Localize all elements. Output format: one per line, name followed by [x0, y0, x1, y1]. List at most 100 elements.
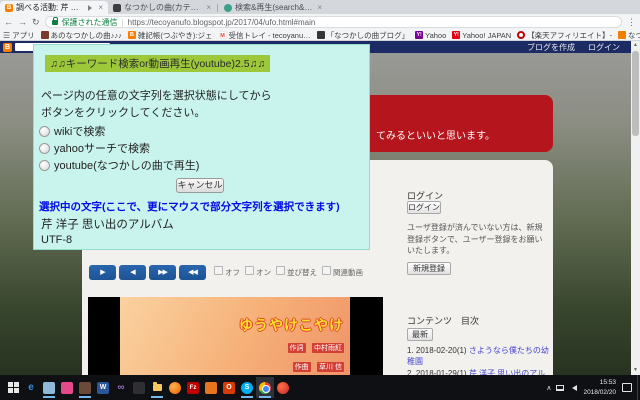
taskbar-word[interactable]: W [94, 377, 112, 398]
taskbar-clock[interactable]: 15:53 2018/02/20 [583, 378, 616, 396]
scrollbar-thumb[interactable] [632, 51, 639, 136]
radio-label: yahooサーチで検索 [54, 140, 150, 156]
option-youtube-play[interactable]: youtube(なつかしの曲で再生) [39, 157, 199, 173]
radio-label: wikiで検索 [54, 123, 105, 139]
on-checkbox[interactable] [245, 266, 254, 275]
fast-forward-button[interactable]: ▶▶ [149, 265, 176, 280]
tab-close-icon[interactable]: × [317, 3, 322, 12]
previous-button[interactable]: ◀ [119, 265, 146, 280]
bookmark-label: Yahoo! JAPAN [462, 31, 511, 40]
filezilla-icon: Fz [187, 382, 199, 394]
credit-role: 作詞 [288, 343, 306, 353]
tab-category-list[interactable]: なつかしの曲(カテゴリーリス × [108, 1, 216, 14]
contents-entry[interactable]: 1. 2018-02-20(1) さようなら僕たちの幼稚園 [407, 345, 553, 367]
register-button[interactable]: 新規登録 [407, 262, 451, 275]
network-icon[interactable] [556, 385, 564, 391]
tab-current-page[interactable]: B 調べる活動: 芹 洋子 思.. × [0, 1, 108, 14]
navbar-login-link[interactable]: ログイン [588, 42, 620, 53]
bookmark-label: 受信トレイ - tecoyanu… [229, 30, 311, 41]
browser-menu-icon[interactable]: ⋮ [627, 17, 636, 28]
entry-date: 1. 2018-02-20(1) [407, 346, 467, 355]
bookmark-natsukashi-blog[interactable]: 「なつかしの曲ブログ」 [317, 30, 410, 41]
bookmark-yahoo-japan[interactable]: Y! Yahoo! JAPAN [452, 31, 511, 40]
credit-name: 中村雨紅 [312, 343, 344, 353]
bookmark-apps[interactable]: ☰ アプリ [3, 30, 35, 41]
scroll-up-icon[interactable]: ▲ [631, 41, 640, 50]
secure-lock-icon [52, 20, 58, 25]
action-center-icon[interactable] [622, 383, 632, 392]
start-button[interactable] [4, 377, 22, 398]
radio-icon[interactable] [39, 143, 50, 154]
taskbar-visual-studio[interactable]: ∞ [112, 377, 130, 398]
taskbar-browser-2[interactable] [274, 377, 292, 398]
video-player[interactable]: ゆうやけこやけ 作詞 中村雨紅 作曲 草川 信 編曲 福田和禾子 [88, 297, 383, 375]
tab-search-replay[interactable]: 検索&再生(search&repl × [219, 1, 327, 14]
selected-text[interactable]: 芹 洋子 思い出のアルバム [41, 216, 174, 232]
taskbar-edge[interactable]: e [22, 377, 40, 398]
radio-icon[interactable] [39, 160, 50, 171]
browser-icon [277, 382, 289, 394]
video-frame: ゆうやけこやけ 作詞 中村雨紅 作曲 草川 信 編曲 福田和禾子 [120, 297, 350, 375]
blog-icon [317, 31, 325, 39]
bookmark-song-blog[interactable]: なつかしの曲ブログヴァ- [618, 30, 640, 41]
option-yahoo-search[interactable]: yahooサーチで検索 [39, 140, 150, 156]
bookmark-rakuten-affiliate[interactable]: 【楽天アフィリエイト】- [517, 30, 612, 41]
taskbar-photos[interactable] [58, 377, 76, 398]
off-checkbox[interactable] [214, 266, 223, 275]
latest-button[interactable]: 最新 [407, 328, 433, 341]
bookmark-label: 「なつかしの曲ブログ」 [327, 30, 410, 41]
back-icon[interactable]: ← [4, 18, 13, 27]
tab-title: 調べる活動: 芹 洋子 思.. [16, 2, 85, 13]
tray-chevron-up-icon[interactable]: ∧ [546, 384, 551, 392]
page-scrollbar[interactable]: ▲ ▼ [631, 41, 640, 375]
taskbar-firefox[interactable] [166, 377, 184, 398]
register-note: ユーザ登録が済んでいない方は、新規登録ボタンで、ユーザー登録をお願いいたします。 [407, 222, 547, 257]
reload-icon[interactable]: ↻ [32, 18, 40, 27]
taskbar-skype[interactable]: S [238, 377, 256, 398]
credit-role: 作曲 [293, 362, 311, 372]
checkbox-related-group: 関連動画 [322, 267, 363, 278]
tab-close-icon[interactable]: × [206, 3, 211, 12]
tab-close-icon[interactable]: × [98, 3, 103, 12]
tab-strip: B 調べる活動: 芹 洋子 思.. × なつかしの曲(カテゴリーリス × 検索&… [0, 0, 640, 14]
taskbar-image-viewer[interactable] [76, 377, 94, 398]
related-videos-checkbox[interactable] [322, 266, 331, 275]
cancel-button[interactable]: キャンセル [176, 178, 224, 193]
taskbar-file-explorer[interactable] [148, 377, 166, 398]
scroll-down-icon[interactable]: ▼ [631, 366, 640, 375]
bookmark-label: Yahoo [425, 31, 446, 40]
forward-icon[interactable]: → [18, 18, 27, 27]
office-icon: O [223, 382, 235, 394]
taskbar-terminal[interactable] [130, 377, 148, 398]
rewind-button[interactable]: ◀◀ [179, 265, 206, 280]
blogger-logo-icon[interactable]: B [3, 43, 12, 52]
bookmark-natsukashi-song[interactable]: あのなつかしの曲♪♪♪ [41, 30, 122, 41]
cube-icon [43, 382, 55, 394]
taskbar-chrome-active[interactable] [256, 377, 274, 398]
create-blog-link[interactable]: ブログを作成 [527, 42, 575, 53]
taskbar-openshot[interactable] [202, 377, 220, 398]
sort-checkbox[interactable] [276, 266, 285, 275]
music-blog-icon [41, 31, 49, 39]
option-wiki-search[interactable]: wikiで検索 [39, 123, 105, 139]
selection-note: 選択中の文字(ここで、更にマウスで部分文字列を選択できます) [39, 199, 340, 214]
firefox-icon [169, 382, 181, 394]
volume-icon[interactable] [569, 385, 577, 391]
contents-list: 1. 2018-02-20(1) さようなら僕たちの幼稚園 2. 2018-01… [407, 345, 553, 375]
bookmark-inbox[interactable]: M 受信トレイ - tecoyanu… [219, 30, 311, 41]
checkbox-on-group: オン [245, 267, 271, 278]
credit-name: 草川 信 [317, 362, 344, 372]
play-button[interactable]: ▶ [89, 265, 116, 280]
taskbar-3d-viewer[interactable] [40, 377, 58, 398]
contents-entry[interactable]: 2. 2018-01-29(1) 芹 洋子 思い出のアルバム [407, 368, 553, 375]
tab-audio-icon [88, 5, 95, 11]
bookmark-yahoo[interactable]: Y! Yahoo [415, 31, 446, 40]
yahoo-japan-icon: Y! [452, 31, 460, 39]
windows-taskbar: e W ∞ Fz O S ∧ 15:53 2018/02/20 [0, 375, 640, 400]
taskbar-office[interactable]: O [220, 377, 238, 398]
bookmark-zakkicho[interactable]: B 雑記帳(つぶやき):ジェ [128, 30, 213, 41]
radio-icon[interactable] [39, 126, 50, 137]
taskbar-filezilla[interactable]: Fz [184, 377, 202, 398]
address-bar[interactable]: 保護された通信 | https://tecoyanufo.blogspot.jp… [45, 16, 622, 28]
login-button[interactable]: ログイン [407, 201, 441, 214]
